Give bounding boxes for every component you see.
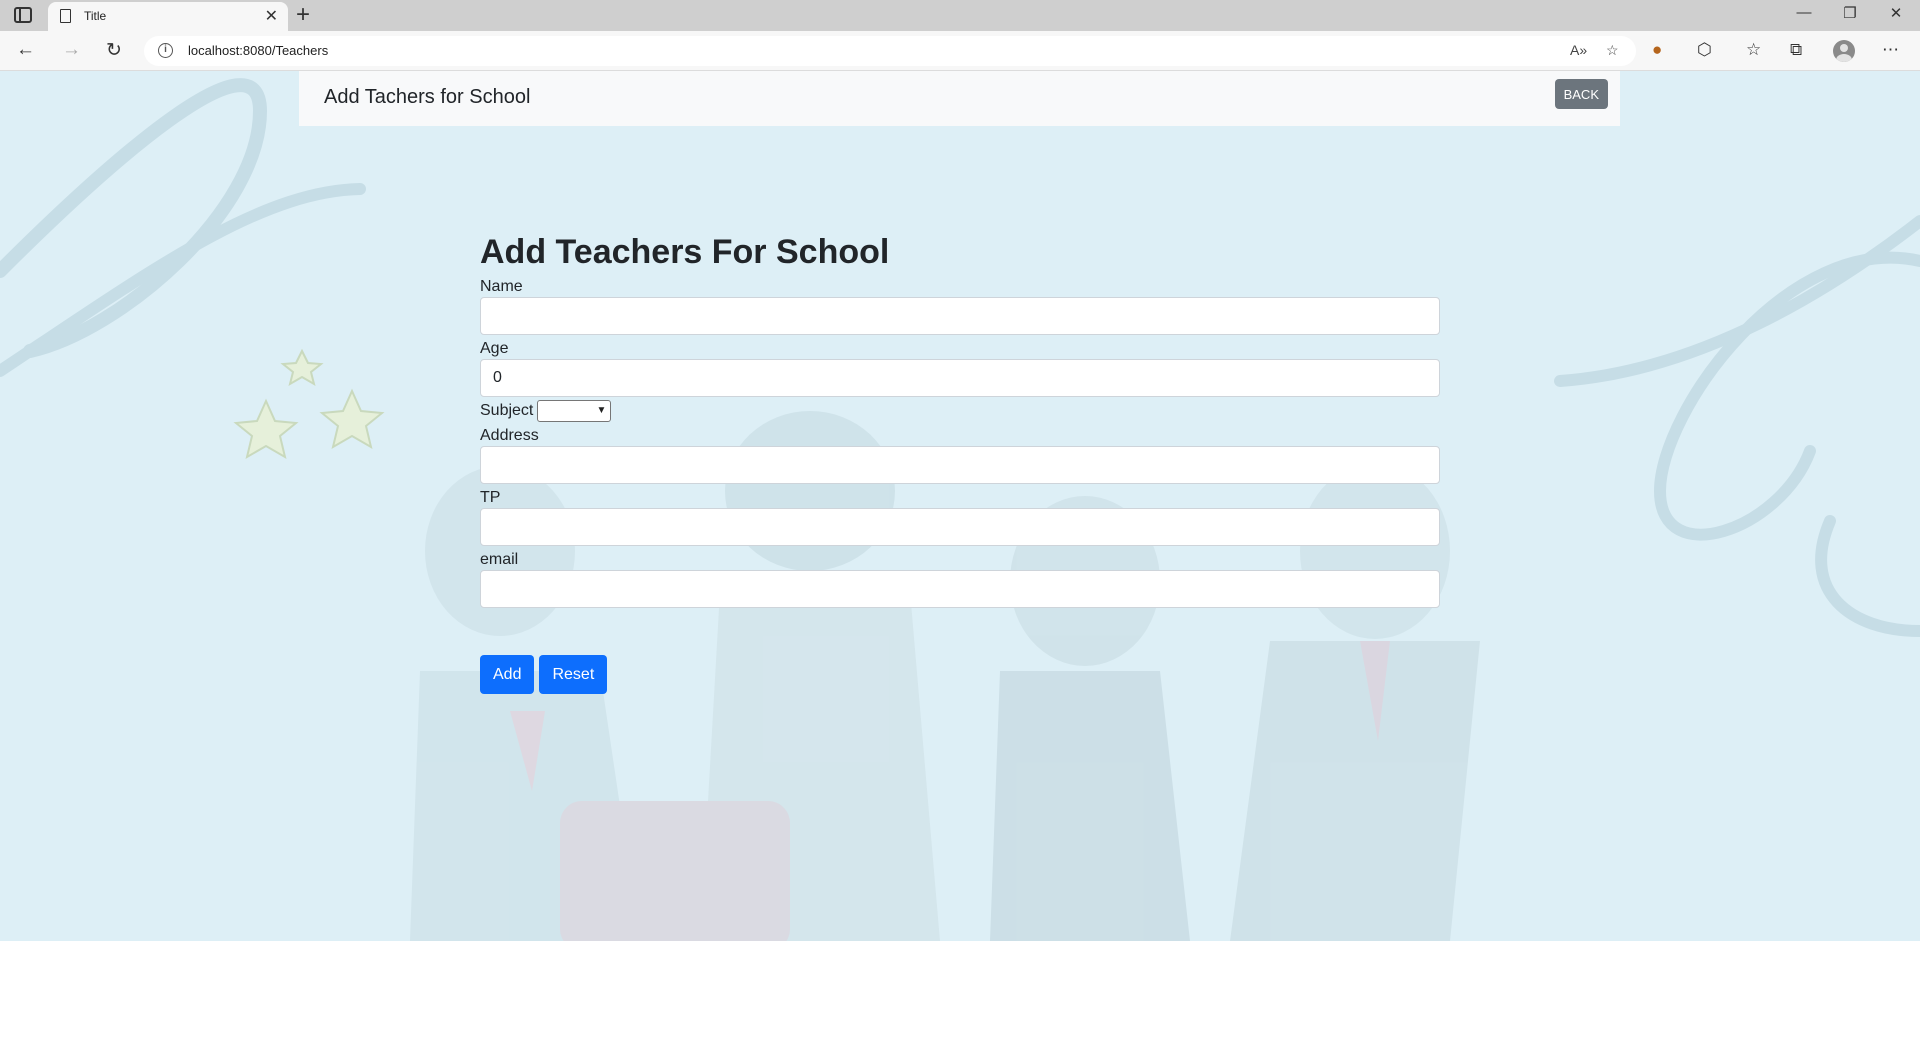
age-label: Age (480, 340, 509, 357)
read-aloud-icon[interactable]: A» (1570, 42, 1587, 58)
top-navbar: Add Tachers for School BACK (299, 71, 1620, 126)
plus-icon[interactable]: + (296, 1, 310, 29)
close-window-icon[interactable]: ✕ (1886, 4, 1906, 22)
address-input[interactable] (480, 446, 1440, 484)
page-viewport: Add Tachers for School BACK Add Teachers… (0, 71, 1920, 941)
tp-label: TP (480, 489, 501, 506)
subject-row: Subject ▼ (480, 400, 1440, 422)
back-icon[interactable]: ← (16, 39, 35, 61)
name-input[interactable] (480, 297, 1440, 335)
age-input[interactable]: 0 (480, 359, 1440, 397)
address-bar[interactable]: i localhost:8080/Teachers A» ☆ (144, 36, 1636, 66)
info-icon[interactable]: i (158, 43, 173, 58)
reset-button[interactable]: Reset (539, 655, 608, 694)
browser-tab-strip: Title ✕ + — ❐ ✕ (0, 0, 1920, 31)
favorites-icon[interactable]: ☆ (1746, 40, 1761, 60)
tp-input[interactable] (480, 508, 1440, 546)
profile-icon[interactable] (1833, 40, 1855, 62)
add-teacher-form: Add Teachers For School Name Age 0 Subje… (480, 231, 1440, 694)
close-icon[interactable]: ✕ (265, 6, 278, 26)
favorite-add-icon[interactable]: ☆ (1606, 42, 1619, 59)
browser-toolbar: ← → ↻ i localhost:8080/Teachers A» ☆ ● ⬡… (0, 31, 1920, 71)
tab-actions-icon[interactable] (14, 7, 32, 23)
more-icon[interactable]: ⋯ (1882, 40, 1899, 60)
address-label: Address (480, 427, 539, 444)
page-icon (60, 9, 71, 23)
tab-title: Title (84, 9, 107, 23)
minimize-icon[interactable]: — (1794, 4, 1814, 21)
reload-icon[interactable]: ↻ (106, 39, 122, 62)
email-label: email (480, 551, 519, 568)
email-input[interactable] (480, 570, 1440, 608)
subject-label: Subject (480, 402, 534, 419)
back-button[interactable]: BACK (1554, 79, 1608, 109)
cookie-extension-icon[interactable]: ● (1652, 40, 1662, 60)
chevron-down-icon: ▼ (596, 405, 607, 416)
collections-icon[interactable]: ⧉ (1790, 40, 1802, 60)
forward-icon[interactable]: → (62, 39, 81, 61)
subject-select[interactable]: ▼ (537, 400, 612, 422)
add-button[interactable]: Add (480, 655, 535, 694)
page-blank-area (0, 941, 1920, 1040)
page-title: Add Teachers For School (480, 233, 890, 271)
name-label: Name (480, 278, 523, 295)
extensions-icon[interactable]: ⬡ (1697, 40, 1712, 60)
navbar-title: Add Tachers for School (324, 86, 531, 108)
form-actions: Add Reset (480, 655, 1440, 694)
url-text: localhost:8080/Teachers (188, 43, 329, 58)
browser-tab[interactable]: Title ✕ (48, 2, 288, 31)
restore-icon[interactable]: ❐ (1840, 4, 1860, 22)
